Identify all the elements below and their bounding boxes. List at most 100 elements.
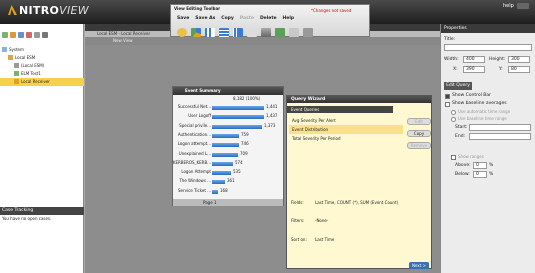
event-bar (212, 115, 264, 120)
app-logo: NITROVIEW (8, 4, 89, 17)
event-summary-row[interactable]: Logon Attempt 535 (173, 169, 273, 177)
event-summary-row[interactable]: Special privile... 1,373 (173, 122, 275, 131)
case-empty-message: You have no open cases. (2, 216, 52, 221)
add-device-icon[interactable] (2, 32, 8, 38)
event-label: Logon Attempt (181, 169, 211, 175)
below-label: Below: (455, 172, 470, 177)
tree-item[interactable]: (Local ESM) (0, 62, 84, 70)
event-summary-row[interactable]: The Windows ... 361 (173, 178, 273, 186)
event-count: 535 (233, 169, 241, 175)
event-label: User Logoff (188, 113, 211, 119)
event-summary-row[interactable]: Service Ticket ... 168 (173, 188, 273, 196)
edit-query-button[interactable]: Edit Query (444, 82, 472, 90)
event-summary-row[interactable]: Successful Net... 1,441 (173, 104, 277, 112)
x-label: X: (453, 67, 458, 72)
height-field[interactable]: 300 (508, 56, 530, 63)
width-label: Width: (444, 57, 459, 62)
event-label: The Windows ... (179, 178, 211, 184)
logo-sub-text: VIEW (59, 4, 89, 17)
text-icon[interactable] (261, 28, 271, 37)
event-label: Logon attempt... (177, 141, 211, 147)
tree-toolbar (2, 32, 48, 40)
event-count: 168 (220, 187, 228, 193)
tree-item[interactable]: Local ESM (0, 54, 84, 62)
delete-icon[interactable] (26, 32, 32, 38)
event-bar (212, 152, 238, 157)
title-field[interactable] (444, 44, 532, 51)
control-bar-label: Show Control Bar (452, 93, 491, 98)
baseline-custom-radio[interactable] (451, 117, 456, 122)
view-select[interactable]: New View (113, 38, 133, 43)
query-item[interactable]: Event Distribution (289, 125, 403, 134)
properties-icon[interactable] (10, 32, 16, 38)
filters-label: Filters: (291, 218, 305, 223)
event-summary-row[interactable]: Logon attempt... 746 (173, 141, 273, 149)
y-label: Y: (499, 67, 503, 72)
config-icon[interactable] (42, 32, 48, 38)
below-percent: % (489, 172, 494, 177)
system-navigation-pane: System Local ESM (Local ESM) ELM Test1 Local… (0, 24, 84, 273)
tree-item[interactable]: ELM Test1 (0, 70, 84, 78)
baseline-checkbox[interactable] (445, 102, 450, 107)
refresh-icon[interactable] (18, 32, 24, 38)
bar-chart-icon[interactable] (205, 28, 215, 37)
query-item[interactable]: Total Severity Per Period (289, 134, 403, 143)
show-ranges-label: Show ranges (458, 154, 484, 159)
above-field[interactable]: 0 (473, 162, 487, 169)
system-icon (2, 47, 7, 52)
below-field[interactable]: 0 (473, 171, 487, 178)
vet-title: View Editing Toolbar (174, 6, 221, 11)
copy-query-button[interactable]: Copy (407, 130, 431, 137)
baseline-auto-radio[interactable] (451, 110, 456, 115)
event-bar (212, 161, 233, 166)
event-summary-total: 8,182 (100%) (233, 96, 261, 101)
x-field[interactable]: 390 (463, 66, 485, 73)
dial-icon[interactable] (177, 28, 187, 37)
event-bar (212, 106, 264, 110)
vet-menu-save[interactable]: Save (177, 16, 189, 21)
vet-menu-paste: Paste (239, 16, 254, 21)
vet-menu-save-as[interactable]: Save As (195, 16, 215, 21)
event-summary-row[interactable]: Unexplained L... 709 (173, 151, 273, 159)
event-bar (212, 133, 239, 138)
view-toolbar: New View (85, 37, 440, 45)
network-icon[interactable] (289, 28, 299, 37)
query-item[interactable]: Avg Severity Per Alert (289, 116, 403, 125)
control-bar-checkbox[interactable] (445, 94, 450, 99)
event-summary-row[interactable]: Authentication... 759 (173, 132, 273, 140)
baseline-label: Show baseline averages (452, 101, 507, 106)
properties-pane: Properties Title: Width: 400 Height: 300… (440, 24, 535, 273)
tree-item[interactable]: Local Receiver (0, 78, 84, 86)
list-icon[interactable] (219, 28, 229, 37)
pie-chart-icon[interactable] (191, 28, 201, 37)
event-label: Service Ticket ... (178, 187, 211, 193)
vet-menu-help[interactable]: Help (283, 16, 295, 21)
event-label: Special privile... (179, 122, 211, 128)
distribution-icon[interactable] (233, 28, 243, 37)
start-label: Start: (455, 125, 468, 130)
vet-menu-copy[interactable]: Copy (221, 16, 234, 21)
start-field[interactable] (469, 124, 531, 131)
event-summary-pager[interactable]: Page 1 (173, 199, 283, 206)
event-summary-row[interactable]: User Logoff 1,437 (173, 113, 277, 121)
query-wizard-title: Query Wizard (287, 96, 431, 103)
tree-item[interactable]: System (0, 46, 84, 54)
filter-icon[interactable] (34, 32, 40, 38)
table-icon[interactable] (247, 28, 257, 37)
width-field[interactable]: 400 (463, 56, 485, 63)
event-label: Successful Net... (177, 104, 211, 109)
sort-value: Last Time (315, 237, 335, 242)
show-ranges-checkbox[interactable] (451, 155, 456, 160)
window-controls[interactable] (517, 3, 529, 9)
tree-item-label: System (9, 47, 24, 52)
y-field[interactable]: 80 (508, 66, 530, 73)
next-button[interactable]: Next > (409, 262, 429, 269)
event-summary-row[interactable]: KERBEROS_KERB... 574 (173, 160, 273, 168)
vet-menu-delete[interactable]: Delete (260, 16, 277, 21)
help-link[interactable]: help (503, 3, 514, 9)
end-field[interactable] (469, 133, 531, 140)
remove-query-button: Remove (407, 142, 431, 149)
filter-bar-icon[interactable] (303, 28, 313, 37)
height-label: Height: (489, 57, 506, 62)
image-icon[interactable] (275, 28, 285, 37)
